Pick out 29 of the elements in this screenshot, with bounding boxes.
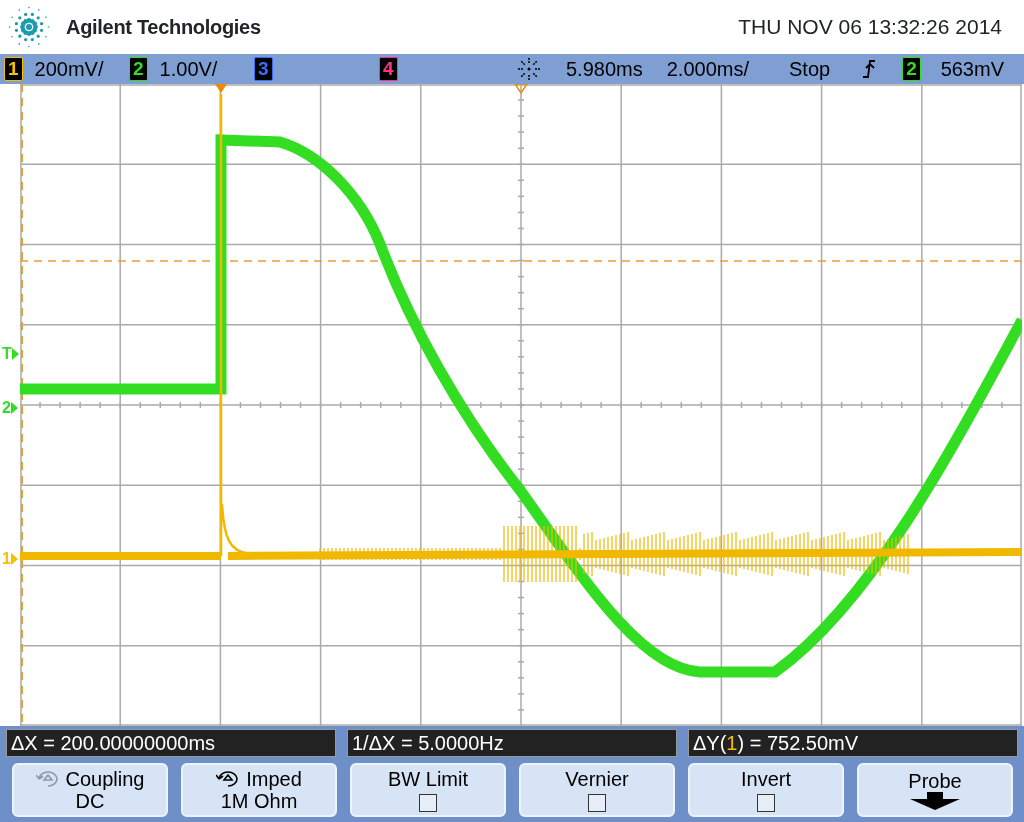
logo-icon	[6, 4, 52, 50]
trigger-level: 563mV	[940, 57, 1004, 82]
softkey-button[interactable]: Vernier	[519, 763, 675, 817]
channel-badge[interactable]: 3	[254, 57, 273, 81]
delay-value: 5.980ms	[566, 57, 643, 82]
checkbox[interactable]	[757, 794, 775, 812]
date-time: THU NOV 06 13:32:26 2014	[738, 14, 1002, 41]
channel-badge[interactable]: 2	[129, 57, 148, 81]
measurement-readout: 1/ΔX = 5.0000Hz	[347, 729, 677, 757]
softkey-button[interactable]: Imped 1M Ohm	[181, 763, 337, 817]
softkey-button[interactable]: Invert	[688, 763, 844, 817]
softkey-button[interactable]: BW Limit	[350, 763, 506, 817]
softkey-button[interactable]: Coupling DC	[12, 763, 168, 817]
rising-edge-icon	[862, 59, 877, 79]
softkey-button[interactable]: Probe	[857, 763, 1013, 817]
trigger-source-badge[interactable]: 2	[902, 57, 921, 81]
channel-scale: 200mV/	[34, 57, 104, 82]
channel-badge[interactable]: 1	[4, 57, 23, 81]
timebase-value: 2.000ms/	[666, 57, 749, 82]
run-state: Stop	[789, 57, 831, 82]
down-arrow-icon	[910, 792, 960, 810]
channel-badge[interactable]: 4	[379, 57, 398, 81]
measurement-readout: ΔY(1) = 752.50mV	[688, 729, 1018, 757]
checkbox[interactable]	[588, 794, 606, 812]
delay-marker-icon	[513, 84, 529, 95]
checkbox[interactable]	[419, 794, 437, 812]
channel-scale: 1.00V/	[159, 57, 218, 82]
brand-name: Agilent Technologies	[66, 15, 261, 40]
measurement-readout: ΔX = 200.00000000ms	[6, 729, 336, 757]
